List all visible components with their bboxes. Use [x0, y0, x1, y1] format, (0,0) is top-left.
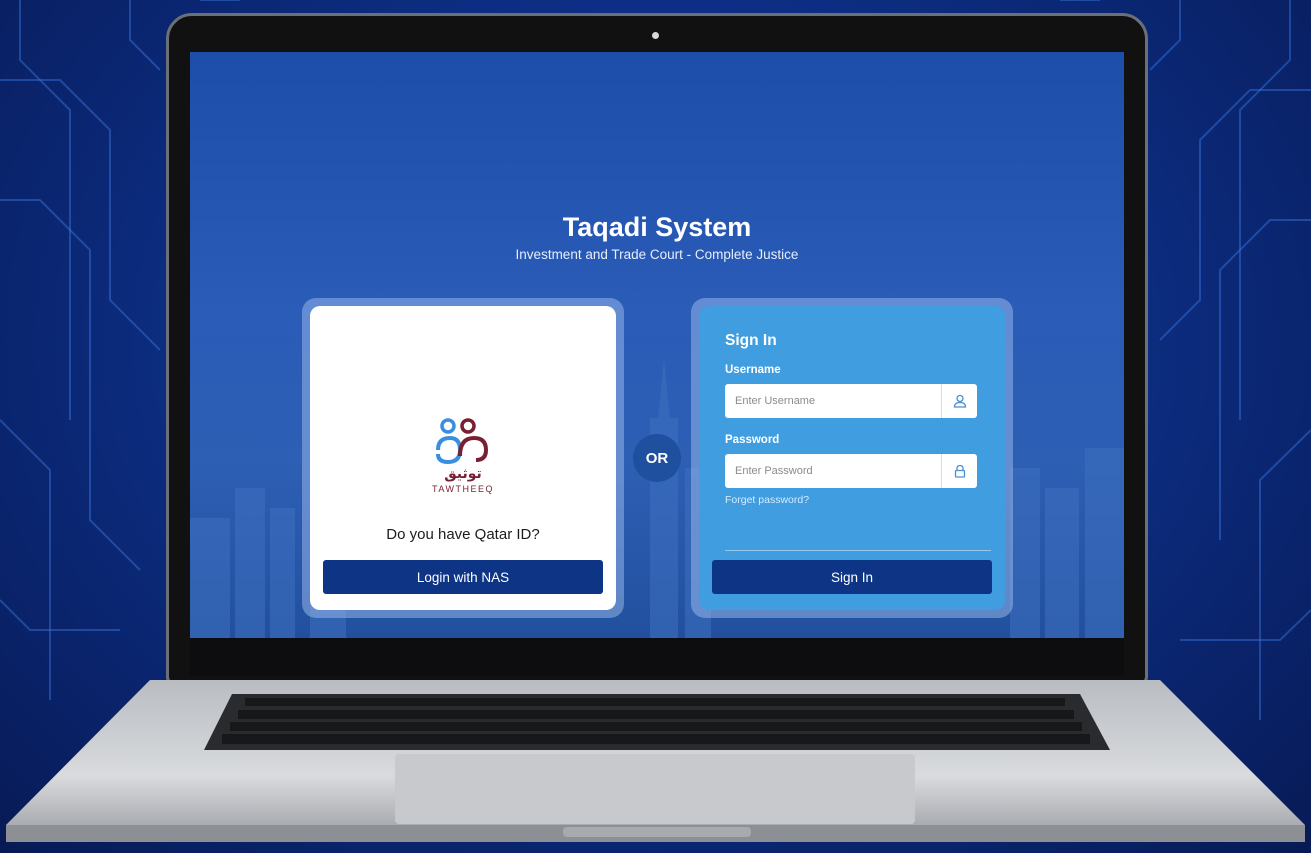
page-subtitle: Investment and Trade Court - Complete Ju…: [515, 247, 799, 262]
signin-divider: [725, 550, 991, 551]
password-label: Password: [725, 434, 780, 446]
user-icon: [941, 384, 977, 418]
signin-card: Sign In Username Password Forget passwor…: [699, 306, 1005, 610]
password-input[interactable]: [725, 454, 941, 488]
page-title: Taqadi System: [562, 212, 752, 242]
logo-arabic-text: توثيق: [444, 466, 482, 482]
camera-icon: [652, 32, 659, 39]
signin-heading: Sign In: [725, 332, 777, 349]
laptop-screen-chin: [190, 638, 1124, 676]
login-with-nas-button[interactable]: Login with NAS: [323, 560, 603, 594]
lock-icon: [941, 454, 977, 488]
logo-latin-text: TAWTHEEQ: [432, 484, 494, 494]
password-field: [725, 454, 977, 488]
laptop-keyboard-deck: [0, 680, 1311, 853]
login-screen: Taqadi System Investment and Trade Court…: [190, 52, 1124, 638]
username-label: Username: [725, 364, 781, 376]
signin-button[interactable]: Sign In: [712, 560, 992, 594]
or-separator: OR: [633, 434, 681, 482]
qatar-id-question: Do you have Qatar ID?: [386, 526, 540, 543]
nas-login-card: توثيق TAWTHEEQ Do you have Qatar ID? Log…: [310, 306, 616, 610]
username-input[interactable]: [725, 384, 941, 418]
username-field: [725, 384, 977, 418]
forgot-password-link[interactable]: Forget password?: [725, 494, 809, 506]
